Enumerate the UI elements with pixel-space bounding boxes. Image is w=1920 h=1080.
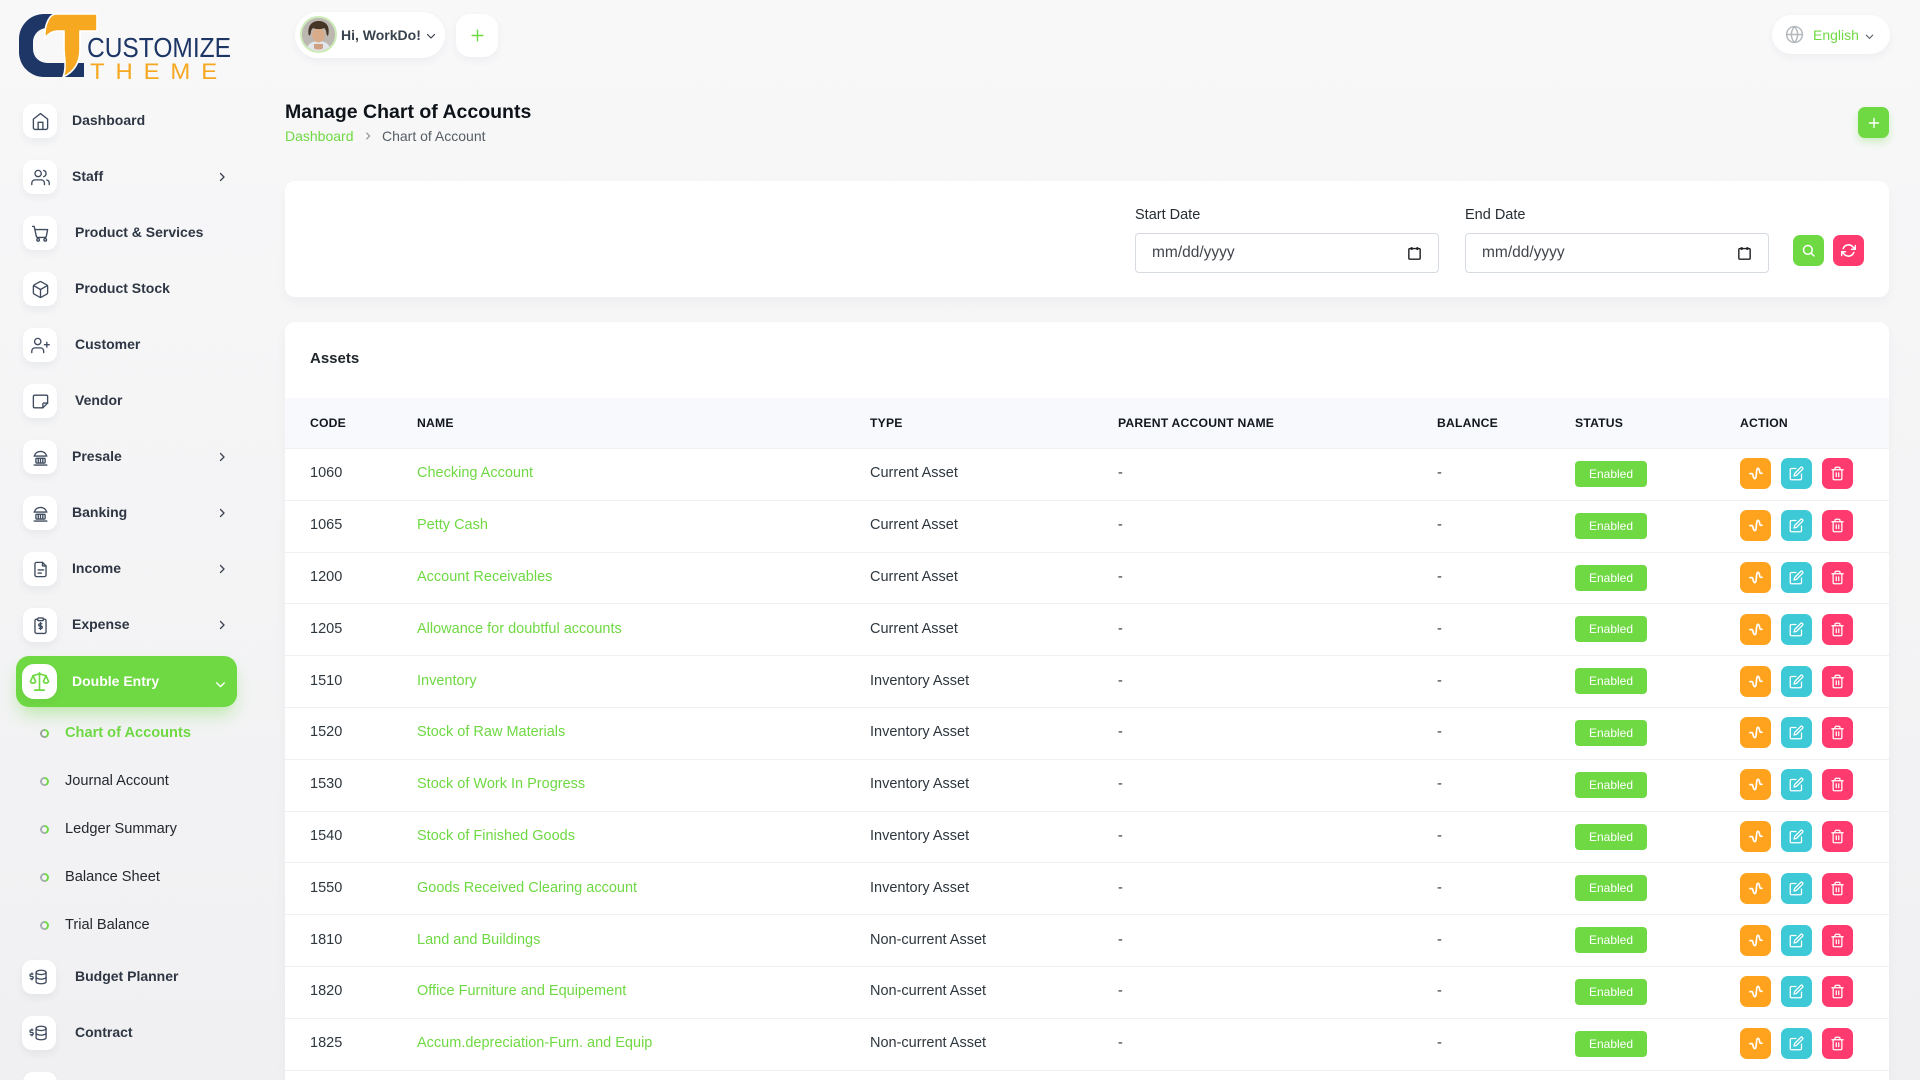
svg-text:THEME: THEME — [90, 59, 228, 81]
